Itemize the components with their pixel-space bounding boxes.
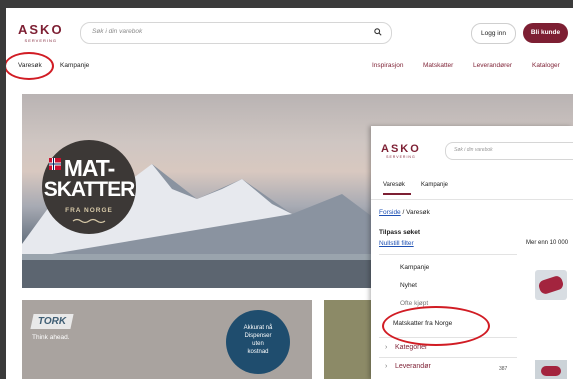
chevron-right-icon: › <box>385 363 388 370</box>
overlay-search-input[interactable]: Søk i din varebok <box>445 142 573 160</box>
tork-logo: TORK <box>30 314 74 329</box>
nav-item-matskatter[interactable]: Matskatter <box>423 62 453 69</box>
tork-promo-tile[interactable]: TORK Think ahead. Akkurat nå Dispenser u… <box>22 300 312 379</box>
nav-item-leverandorer[interactable]: Leverandører <box>473 62 512 69</box>
product-thumbnail[interactable] <box>535 270 567 300</box>
highlight-circle-varesok <box>6 52 54 80</box>
category-leverandor-label: Leverandør <box>395 363 431 370</box>
product-thumbnail[interactable] <box>535 360 567 379</box>
overlay-tab-varesok[interactable]: Varesøk <box>383 182 405 188</box>
tork-tagline: Think ahead. <box>32 334 70 341</box>
search-icon[interactable] <box>374 28 382 36</box>
window-top-bar <box>0 0 573 8</box>
breadcrumb: Forside / Varesøk <box>379 209 430 216</box>
dispenser-line1: Akkurat nå <box>243 325 273 331</box>
search-input[interactable]: Søk i din varebok <box>80 22 392 44</box>
overlay-divider <box>371 199 573 200</box>
login-button[interactable]: Logg inn <box>471 23 516 44</box>
meat-image <box>541 366 561 376</box>
overlay-asko-logo[interactable]: ASKO SERVERING <box>381 140 421 160</box>
dispenser-line3: uten <box>252 341 264 347</box>
nav-item-kataloger[interactable]: Kataloger <box>532 62 560 69</box>
breadcrumb-home-link[interactable]: Forside <box>379 209 401 216</box>
matskatter-badge: MAT- SKATTER FRA NORGE <box>42 140 136 234</box>
search-placeholder: Søk i din varebok <box>92 28 143 35</box>
active-tab-indicator <box>383 193 411 195</box>
breadcrumb-current: Varesøk <box>406 209 430 216</box>
wave-decoration-icon <box>72 218 106 224</box>
filter-item-nyhet[interactable]: Nyhet <box>400 282 417 289</box>
overlay-tab-kampanje[interactable]: Kampanje <box>421 182 448 188</box>
logo-text: ASKO <box>18 22 64 37</box>
dispenser-badge: Akkurat nå Dispenser uten kostnad <box>226 310 290 374</box>
dispenser-line2: Dispenser <box>244 333 272 339</box>
nav-item-kampanje[interactable]: Kampanje <box>60 62 89 69</box>
filter-item-kampanje[interactable]: Kampanje <box>400 264 429 271</box>
category-separator <box>379 357 517 358</box>
zoomed-screenshot-overlay: ASKO SERVERING Søk i din varebok Varesøk… <box>371 126 573 379</box>
become-customer-button[interactable]: Bli kunde <box>523 23 568 43</box>
chevron-right-icon: › <box>385 344 388 351</box>
logo-subtext: SERVERING <box>24 38 58 43</box>
reset-filter-link[interactable]: Nullstill filter <box>379 240 414 247</box>
overlay-search-placeholder: Søk i din varebok <box>454 147 493 153</box>
overlay-logo-subtext: SERVERING <box>386 155 416 159</box>
overlay-logo-text: ASKO <box>381 143 421 155</box>
badge-line3: FRA NORGE <box>65 207 113 214</box>
filter-heading: Tilpass søket <box>379 229 421 236</box>
dispenser-line4: kostnad <box>247 349 269 355</box>
badge-line2: SKATTER <box>43 178 136 201</box>
nav-item-inspirasjon[interactable]: Inspirasjon <box>372 62 403 69</box>
meat-image <box>537 274 565 296</box>
norway-flag-icon <box>49 158 61 170</box>
leverandor-count: 387 <box>499 366 508 372</box>
asko-logo[interactable]: ASKO SERVERING <box>18 22 64 43</box>
screen: ASKO SERVERING Søk i din varebok Logg in… <box>0 0 573 379</box>
highlight-circle-matskatter <box>382 306 490 346</box>
category-leverandor[interactable]: › Leverandør <box>385 363 431 370</box>
result-count: Mer enn 10 000 <box>526 240 569 246</box>
